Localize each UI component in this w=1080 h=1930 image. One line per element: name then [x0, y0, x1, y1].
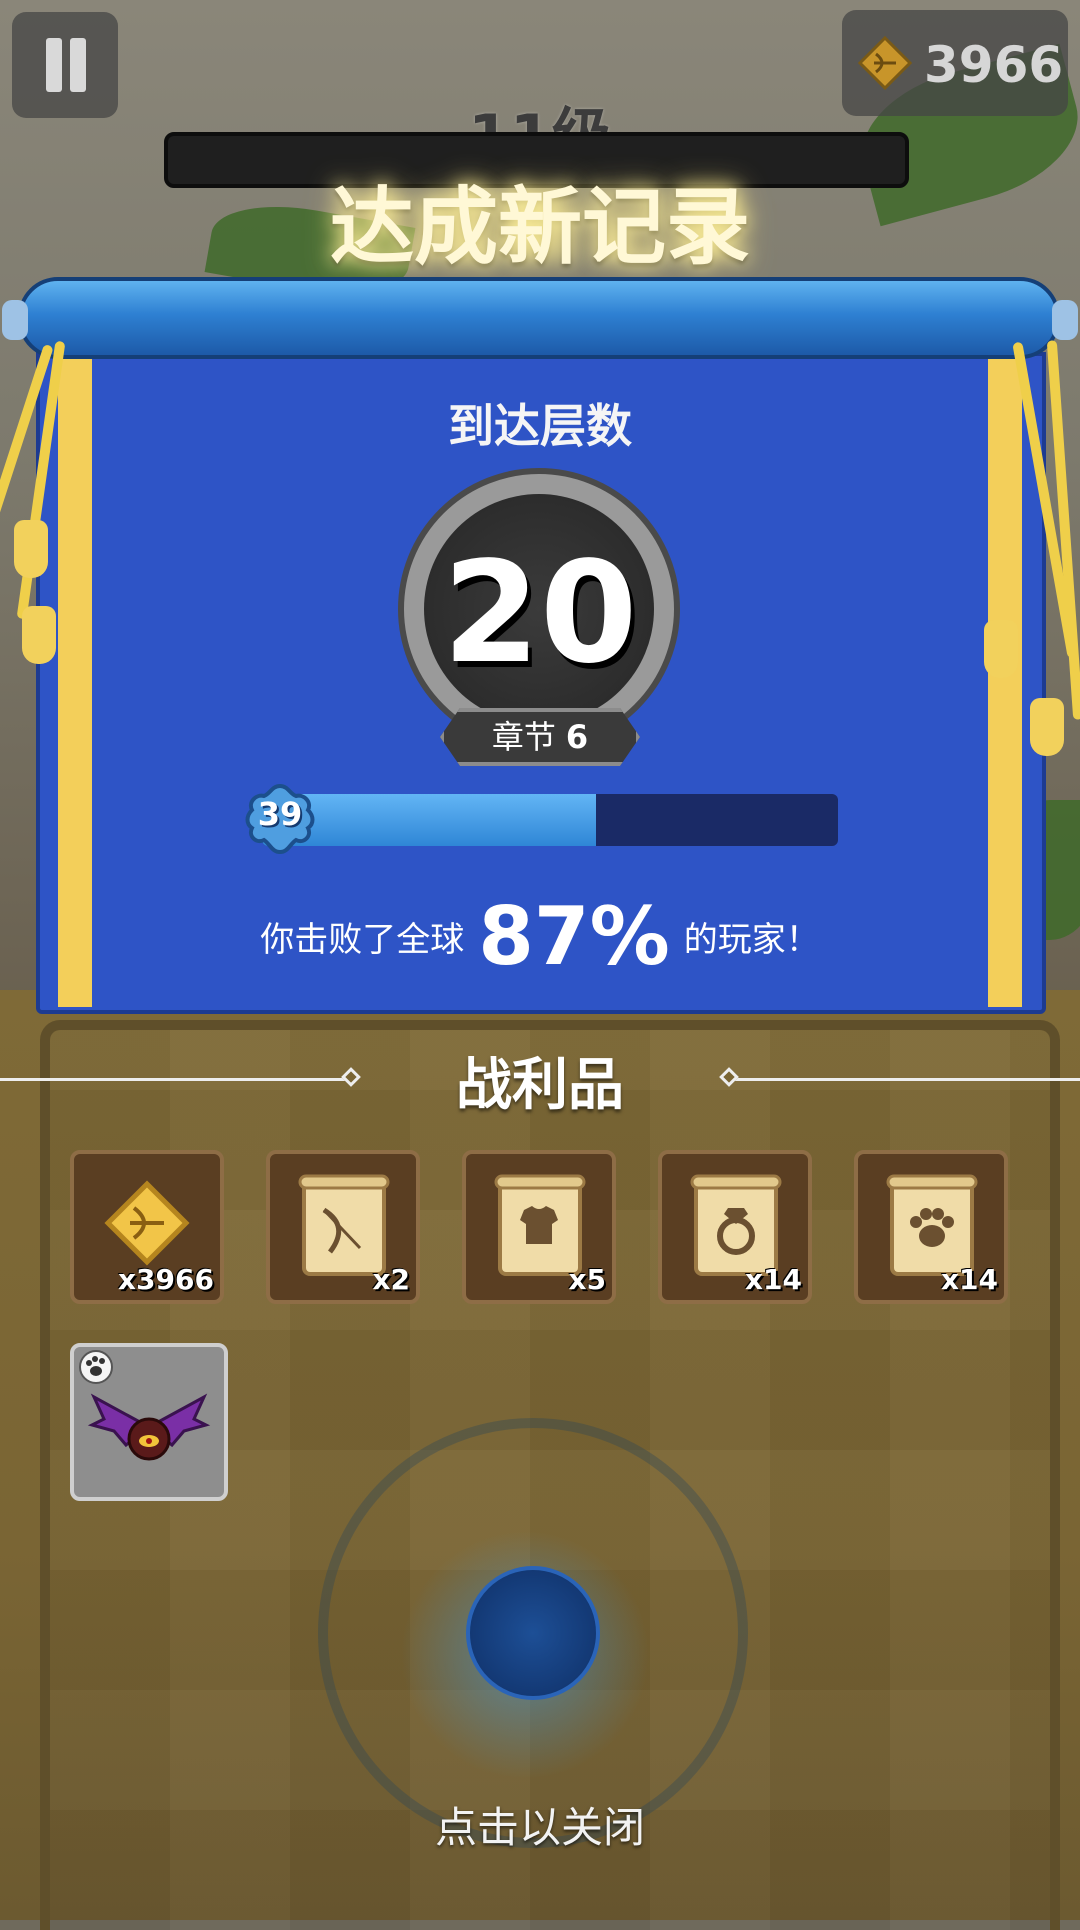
tassel	[1030, 698, 1064, 756]
tap-to-close-hint[interactable]: 点击以关闭	[0, 1794, 1080, 1855]
joystick-knob[interactable]	[466, 1566, 600, 1700]
progress-level: 39	[257, 795, 303, 833]
floor-number: 20	[442, 532, 638, 695]
loot-count: x3966	[118, 1263, 214, 1296]
pet-loot-item[interactable]	[70, 1343, 228, 1501]
defeat-prefix: 你击败了全球	[260, 920, 465, 960]
reach-floor-label: 到达层数	[448, 399, 632, 453]
rod-cap	[1052, 300, 1078, 340]
loot-count: x14	[744, 1263, 802, 1296]
loot-count: x5	[568, 1263, 606, 1296]
pause-icon	[46, 38, 62, 92]
loot-item[interactable]: x2	[266, 1150, 420, 1304]
rod-cap	[2, 300, 28, 340]
loot-item[interactable]: x5	[462, 1150, 616, 1304]
gold-bow-gem-icon	[858, 36, 912, 90]
gold-value: 3966	[924, 36, 1064, 94]
defeat-message: 你击败了全球 87% 的玩家！	[0, 890, 1080, 983]
chapter-label: 章节	[491, 718, 556, 756]
loot-title: 战利品	[456, 1053, 624, 1118]
chapter-number: 6	[565, 718, 589, 756]
loot-count: x2	[372, 1263, 410, 1296]
loot-item[interactable]: x3966	[70, 1150, 224, 1304]
defeat-suffix: 的玩家！	[683, 920, 820, 960]
pause-icon	[70, 38, 86, 92]
new-record-title: 达成新记录	[329, 178, 750, 276]
scroll-rod	[18, 277, 1060, 359]
progress-track	[262, 794, 838, 846]
loot-item[interactable]: x14	[658, 1150, 812, 1304]
loot-count: x14	[940, 1263, 998, 1296]
bat-pet-icon	[79, 1350, 211, 1461]
loot-item[interactable]: x14	[854, 1150, 1008, 1304]
chapter-plate: 章节 6	[440, 708, 640, 766]
defeat-percent: 87%	[478, 890, 670, 983]
